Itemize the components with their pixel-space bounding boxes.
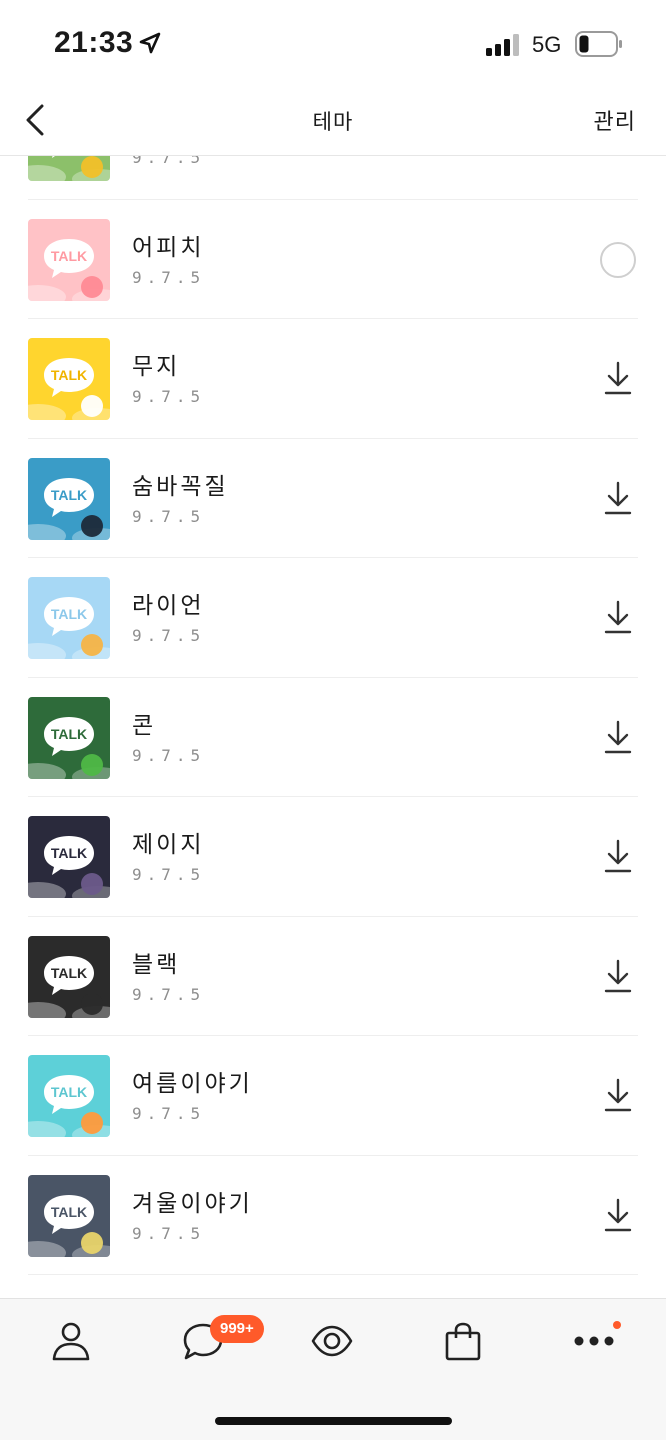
theme-name: 라이언 [132,593,205,619]
status-bar: 21:33 5G [0,0,666,88]
theme-name: 어피치 [132,234,205,261]
theme-name: 겨울이야기 [132,1190,253,1217]
svg-text:TALK: TALK [51,1204,87,1220]
theme-thumbnail: TALK [28,218,110,301]
download-icon[interactable] [598,359,638,399]
theme-version: 9.7.5 [132,387,206,406]
download-icon[interactable] [598,1076,638,1116]
manage-button[interactable]: 관리 [594,104,636,136]
theme-thumbnail: TALK [28,816,110,898]
theme-row[interactable]: TALK 어피치 9.7.5 [28,200,638,319]
theme-version: 9.7.5 [132,506,206,526]
theme-version: 9.7.5 [132,1104,206,1123]
theme-version: 9.7.5 [132,745,206,765]
theme-row[interactable]: TALK 무지 9.7.5 [28,319,638,439]
theme-version: 9.7.5 [132,156,206,167]
download-icon[interactable] [598,718,638,758]
svg-text:TALK: TALK [51,487,87,503]
theme-version: 9.7.5 [132,626,206,645]
theme-thumbnail: TALK [28,338,110,420]
theme-list-inner: TALK비밀의 숲9.7.5TALK어피치9.7.5TALK무지9.7.5TAL… [0,156,666,1275]
home-indicator [215,1417,452,1425]
tab-view-eye-icon[interactable] [310,1319,354,1363]
theme-name: 제이지 [132,832,205,858]
theme-version: 9.7.5 [132,267,206,287]
svg-text:TALK: TALK [51,965,87,981]
svg-text:TALK: TALK [51,606,87,622]
theme-name: 블랙 [132,951,181,978]
theme-list[interactable]: TALK비밀의 숲9.7.5TALK어피치9.7.5TALK무지9.7.5TAL… [0,156,666,1298]
download-icon[interactable] [598,1196,638,1236]
svg-text:TALK: TALK [51,845,87,861]
page-title: 테마 [312,110,354,134]
theme-thumbnail: TALK [28,696,110,779]
cellular-signal-icon [486,34,519,56]
svg-text:TALK: TALK [51,367,87,383]
theme-name: 무지 [132,354,181,380]
tab-more-dots-icon[interactable] [572,1319,616,1363]
theme-name: 숨바꼭질 [132,473,229,500]
svg-text:TALK: TALK [51,1084,87,1100]
theme-version: 9.7.5 [132,1223,206,1243]
select-radio-icon[interactable] [598,240,638,280]
theme-thumbnail: TALK [28,156,110,181]
tab-friends-person-icon[interactable] [49,1319,93,1363]
svg-text:TALK: TALK [51,248,87,264]
battery-icon [575,31,622,57]
status-time: 21:33 [54,26,134,59]
theme-name: 여름이야기 [132,1071,253,1097]
theme-thumbnail: TALK [28,1055,110,1137]
svg-text:TALK: TALK [51,726,87,742]
theme-row[interactable]: TALK 라이언 9.7.5 [28,558,638,678]
theme-thumbnail: TALK [28,457,110,540]
theme-row[interactable]: TALK비밀의 숲9.7.5 [28,156,638,200]
theme-thumbnail: TALK [28,935,110,1018]
network-type: 5G [532,32,562,57]
theme-row[interactable]: TALK 제이지 9.7.5 [28,797,638,917]
theme-name: 콘 [132,712,157,739]
theme-row[interactable]: TALK 여름이야기 9.7.5 [28,1036,638,1156]
tab-bar: 999+ [0,1298,666,1440]
theme-thumbnail: TALK [28,1174,110,1257]
download-icon[interactable] [598,957,638,997]
more-notification-dot [613,1321,621,1329]
theme-row[interactable]: TALK 숨바꼭질 9.7.5 [28,439,638,558]
chat-unread-badge: 999+ [210,1315,264,1343]
theme-row[interactable]: TALK 겨울이야기 9.7.5 [28,1156,638,1275]
download-icon[interactable] [598,156,638,160]
theme-version: 9.7.5 [132,984,206,1004]
theme-thumbnail: TALK [28,577,110,659]
location-arrow-icon [139,32,161,54]
download-icon[interactable] [598,479,638,519]
tab-shopping-bag-icon[interactable] [441,1319,485,1363]
download-icon[interactable] [598,837,638,877]
theme-row[interactable]: TALK 블랙 9.7.5 [28,917,638,1036]
theme-version: 9.7.5 [132,865,206,884]
nav-header: 테마 관리 [0,88,666,156]
theme-row[interactable]: TALK 콘 9.7.5 [28,678,638,797]
download-icon[interactable] [598,598,638,638]
